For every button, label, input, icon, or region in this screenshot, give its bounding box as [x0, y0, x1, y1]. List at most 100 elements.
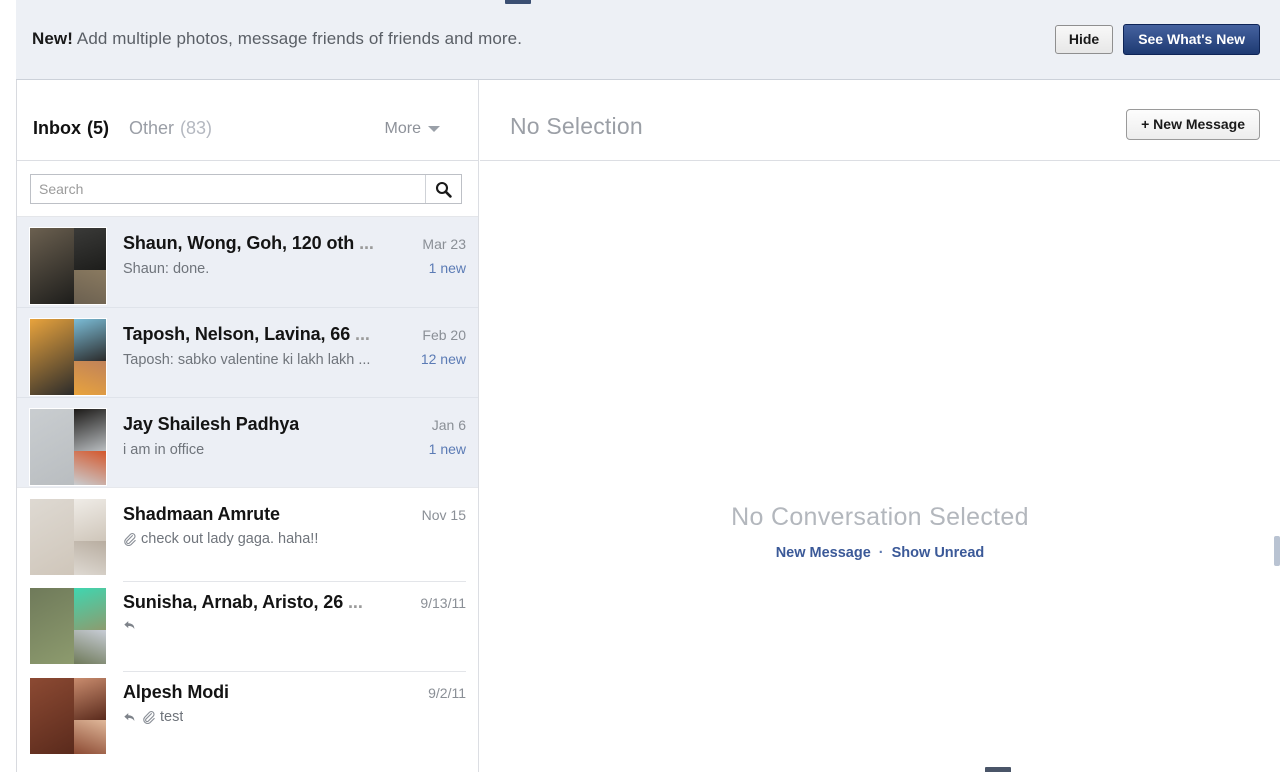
search-icon [435, 181, 452, 198]
conversation-snippet: Shaun: done. [123, 261, 209, 277]
top-nub-indicator [505, 0, 531, 4]
folder-tab-other-label: Other [129, 118, 175, 138]
promo-actions: Hide See What's New [1054, 24, 1260, 56]
avatar [29, 408, 107, 486]
chevron-down-icon [428, 126, 440, 132]
conversation-participants: Taposh, Nelson, Lavina, 66 ... [123, 324, 370, 344]
conversation-row[interactable]: Taposh, Nelson, Lavina, 66 ... Feb 20 Tapo… [17, 307, 478, 397]
new-message-button[interactable]: + New Message [1126, 109, 1260, 141]
conversation-bottom-row: Taposh: sabko valentine ki lakh lakh ...… [123, 351, 466, 368]
conversation-bottom-row [123, 619, 466, 632]
search-button[interactable] [425, 175, 461, 203]
attachment-icon [124, 532, 136, 546]
conversation-detail-pane: No Conversation Selected New Message · S… [480, 161, 1280, 772]
conversation-snippet: check out lady gaga. haha!! [123, 531, 318, 547]
conversation-list-column: Shaun, Wong, Goh, 120 oth ...Mar 23Shaun… [17, 161, 479, 772]
reply-icon [124, 621, 135, 629]
messages-frame: Inbox (5) Other (83) More No Selection +… [16, 80, 1280, 772]
list-column-header: Inbox (5) Other (83) More [17, 80, 479, 161]
conversation-list: Shaun, Wong, Goh, 120 oth ... Mar 23 Shaun… [17, 217, 478, 757]
messages-page: New! Add multiple photos, message friend… [0, 0, 1280, 772]
conversation-snippet: test [123, 709, 183, 725]
conversation-body: Alpesh Modi 9/2/11 test [123, 671, 466, 745]
conversation-participants: Alpesh Modi [123, 682, 229, 702]
empty-state-links: New Message · Show Unread [480, 545, 1280, 561]
conversation-date: Mar 23 [422, 236, 466, 252]
promo-badge: New! [32, 29, 74, 48]
search-input[interactable] [31, 175, 425, 203]
search-box [30, 174, 462, 204]
conversation-row[interactable]: Shadmaan Amrute Nov 15 check out lady gaga… [17, 487, 478, 577]
empty-show-unread-link[interactable]: Show Unread [892, 545, 985, 561]
empty-state: No Conversation Selected New Message · S… [480, 503, 1280, 561]
conversation-row[interactable]: Sunisha, Arnab, Aristo, 26 ... 9/13/11 [17, 577, 478, 667]
conversation-snippet-text: check out lady gaga. haha!! [141, 531, 319, 547]
conversation-date: 9/13/11 [420, 595, 466, 611]
conversation-date: Nov 15 [421, 507, 466, 523]
conversation-snippet: Taposh: sabko valentine ki lakh lakh ... [123, 352, 370, 368]
empty-state-title: No Conversation Selected [731, 503, 1029, 531]
avatar [29, 498, 107, 576]
conversation-row[interactable]: Jay Shailesh Padhya Jan 6 i am in office 1 … [17, 397, 478, 487]
conversation-snippet-text: Shaun: done. [123, 261, 210, 277]
folder-tab-inbox[interactable]: Inbox (5) [33, 118, 109, 139]
conversation-body: Jay Shailesh Padhya Jan 6 i am in office 1 … [123, 408, 466, 482]
conversation-unread-count: 12 new [420, 351, 466, 367]
conversation-body: Taposh, Nelson, Lavina, 66 ... Feb 20 Tapo… [123, 318, 466, 392]
names-ellipsis: ... [350, 324, 370, 344]
conversation-top-row: Jay Shailesh Padhya Jan 6 [123, 414, 466, 435]
avatar [29, 587, 107, 665]
conversation-top-row: Sunisha, Arnab, Aristo, 26 ... 9/13/11 [123, 592, 466, 613]
search-area [17, 161, 478, 217]
conversation-row[interactable]: Shaun, Wong, Goh, 120 oth ... Mar 23 Shaun… [17, 217, 478, 307]
names-ellipsis: ... [343, 592, 363, 612]
conversation-unread-count: 1 new [428, 441, 466, 457]
hide-button[interactable]: Hide [1054, 25, 1114, 55]
conversation-snippet-text: i am in office [123, 442, 205, 458]
conversation-snippet [123, 619, 137, 632]
conversation-participants: Shaun, Wong, Goh, 120 oth ... [123, 233, 374, 253]
conversation-body: Shaun, Wong, Goh, 120 oth ... Mar 23 Shaun… [123, 227, 466, 301]
conversation-date: Jan 6 [431, 417, 466, 433]
conversation-snippet-text: test [160, 709, 184, 725]
conversation-body: Sunisha, Arnab, Aristo, 26 ... 9/13/11 [123, 581, 466, 655]
folder-tab-inbox-label: Inbox [33, 118, 81, 138]
conversation-date: 9/2/11 [428, 685, 466, 701]
conversation-bottom-row: check out lady gaga. haha!! [123, 531, 466, 547]
avatar [29, 227, 107, 305]
conversation-top-row: Shaun, Wong, Goh, 120 oth ... Mar 23 [123, 233, 466, 254]
conversation-snippet: i am in office [123, 442, 204, 458]
conversation-participants: Sunisha, Arnab, Aristo, 26 ... [123, 592, 363, 612]
promo-message: New! Add multiple photos, message friend… [32, 29, 522, 49]
folder-tab-other-count: (83) [180, 118, 213, 138]
more-dropdown-label: More [384, 120, 421, 137]
link-separator: · [878, 545, 884, 561]
avatar [29, 677, 107, 755]
folder-tab-inbox-count: (5) [87, 118, 109, 138]
see-whats-new-button[interactable]: See What's New [1123, 24, 1260, 56]
conversation-bottom-row: i am in office 1 new [123, 441, 466, 458]
empty-new-message-link[interactable]: New Message [776, 545, 871, 561]
conversation-bottom-row: test [123, 709, 466, 725]
avatar [29, 318, 107, 396]
attachment-icon [143, 710, 155, 724]
vertical-scrollbar-thumb[interactable] [1274, 536, 1280, 566]
promo-banner: New! Add multiple photos, message friend… [16, 0, 1280, 80]
conversation-bottom-row: Shaun: done. 1 new [123, 260, 466, 277]
conversation-participants: Jay Shailesh Padhya [123, 414, 300, 434]
conversation-row[interactable]: Alpesh Modi 9/2/11 test [17, 667, 478, 757]
conversation-top-row: Shadmaan Amrute Nov 15 [123, 504, 466, 525]
reply-icon [124, 712, 135, 721]
conversation-unread-count: 1 new [428, 260, 466, 276]
detail-column-header: No Selection + New Message [480, 80, 1280, 161]
more-dropdown[interactable]: More [385, 120, 440, 138]
folder-tab-other[interactable]: Other (83) [129, 118, 212, 139]
conversation-top-row: Taposh, Nelson, Lavina, 66 ... Feb 20 [123, 324, 466, 345]
conversation-body: Shadmaan Amrute Nov 15 check out lady gaga… [123, 498, 466, 572]
conversation-snippet-text: Taposh: sabko valentine ki lakh lakh ... [123, 352, 371, 368]
conversation-date: Feb 20 [422, 327, 466, 343]
conversation-participants: Shadmaan Amrute [123, 504, 280, 524]
conversation-top-row: Alpesh Modi 9/2/11 [123, 682, 466, 703]
folder-tabs: Inbox (5) Other (83) [33, 118, 212, 139]
promo-description: Add multiple photos, message friends of … [76, 29, 523, 48]
